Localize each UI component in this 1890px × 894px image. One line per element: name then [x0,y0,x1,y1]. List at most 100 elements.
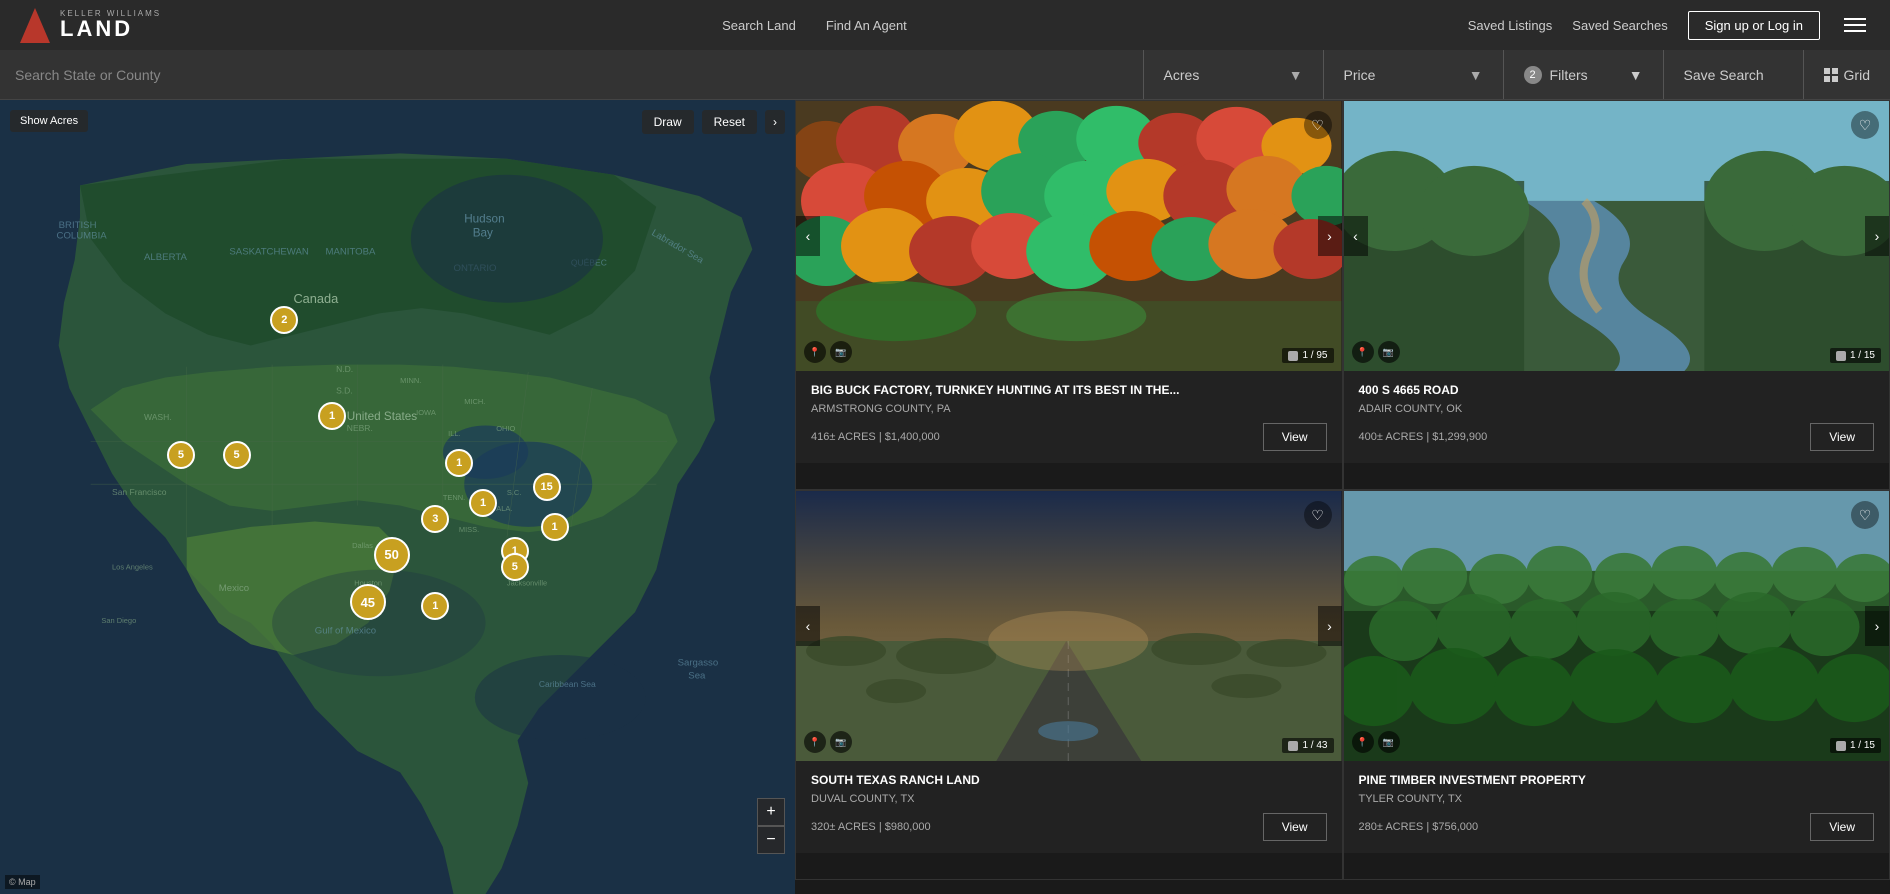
listing-4-camera-icon[interactable]: 📷 [1378,731,1400,753]
cluster-marker-12[interactable]: 5 [501,553,529,581]
save-search-button[interactable]: Save Search [1664,50,1804,99]
listing-3-img-counter: 1 / 43 [1282,738,1333,753]
acres-chevron-icon: ▼ [1289,67,1303,83]
svg-text:Bay: Bay [473,227,493,240]
listing-4-img-counter: 1 / 15 [1830,738,1881,753]
grid-button[interactable]: Grid [1804,50,1890,99]
cluster-marker-10[interactable]: 50 [374,537,410,573]
cluster-marker-11[interactable]: 45 [350,584,386,620]
svg-text:San Francisco: San Francisco [112,487,167,497]
listing-img-svg-2 [1344,101,1890,371]
zoom-out-button[interactable]: − [757,826,785,854]
svg-text:S.C.: S.C. [507,488,522,497]
location-search-input[interactable] [15,67,1128,83]
cluster-marker-2[interactable]: 15 [533,473,561,501]
acres-dropdown[interactable]: Acres ▼ [1144,50,1324,99]
listing-3-img-icons: 📍 📷 [804,731,852,753]
svg-text:Dallas: Dallas [352,541,373,550]
listing-card-3: ♡ ‹ › 📍 📷 1 / 43 SOUTH TEXAS RANCH LAND … [795,490,1343,880]
draw-button[interactable]: Draw [642,110,694,134]
menu-icon[interactable] [1840,14,1870,36]
map-svg[interactable]: Canada United States Mexico Gulf of Mexi… [0,100,795,894]
listing-3-map-icon[interactable]: 📍 [804,731,826,753]
listing-2-camera-icon[interactable]: 📷 [1378,341,1400,363]
listing-3-title: SOUTH TEXAS RANCH LAND [811,773,1327,789]
listing-3-info: SOUTH TEXAS RANCH LAND DUVAL COUNTY, TX … [796,761,1342,853]
listing-4-location: TYLER COUNTY, TX [1359,793,1875,805]
listing-3-favorite-button[interactable]: ♡ [1304,501,1332,529]
saved-listings-link[interactable]: Saved Listings [1468,18,1553,33]
listing-2-prev-button[interactable]: ‹ [1344,216,1368,256]
listing-1-favorite-button[interactable]: ♡ [1304,111,1332,139]
listing-1-view-button[interactable]: View [1263,423,1327,451]
svg-text:ALA.: ALA. [496,504,512,513]
svg-text:Gulf of Mexico: Gulf of Mexico [315,626,376,637]
listing-2-favorite-button[interactable]: ♡ [1851,111,1879,139]
nav-find-agent[interactable]: Find An Agent [826,18,907,33]
login-button[interactable]: Sign up or Log in [1688,11,1820,40]
listing-1-details: 416± ACRES | $1,400,000 [811,431,940,443]
svg-text:NEBR.: NEBR. [347,423,373,433]
svg-text:MISS.: MISS. [459,525,479,534]
listing-3-location: DUVAL COUNTY, TX [811,793,1327,805]
listing-4-bottom: 280± ACRES | $756,000 View [1359,813,1875,841]
menu-line-3 [1844,30,1866,32]
camera-icon-small-2 [1836,351,1846,361]
listing-1-prev-button[interactable]: ‹ [796,216,820,256]
reset-button[interactable]: Reset [702,110,757,134]
listing-1-location: ARMSTRONG COUNTY, PA [811,403,1327,415]
map-controls: Draw Reset › [642,110,785,134]
listing-4-map-icon[interactable]: 📍 [1352,731,1374,753]
svg-text:Hudson: Hudson [464,213,504,226]
logo-land-text: LAND [60,18,161,40]
listing-2-view-button[interactable]: View [1810,423,1874,451]
svg-text:BRITISH: BRITISH [59,220,97,231]
listing-2-next-button[interactable]: › [1865,216,1889,256]
listing-2-img-icons: 📍 📷 [1352,341,1400,363]
listings-area: ♡ ‹ › 📍 📷 1 / 95 BIG BUCK FACTORY, TURNK… [795,100,1890,894]
price-label: Price [1344,67,1376,83]
listing-4-next-button[interactable]: › [1865,606,1889,646]
listing-4-view-button[interactable]: View [1810,813,1874,841]
svg-text:N.D.: N.D. [336,364,353,374]
svg-text:SASKATCHEWAN: SASKATCHEWAN [229,247,308,258]
listing-3-view-button[interactable]: View [1263,813,1327,841]
listing-3-details: 320± ACRES | $980,000 [811,821,931,833]
svg-text:Canada: Canada [293,291,339,306]
listing-3-next-button[interactable]: › [1318,606,1342,646]
cluster-marker-8[interactable]: 5 [223,441,251,469]
listing-4-favorite-button[interactable]: ♡ [1851,501,1879,529]
cluster-marker-5[interactable]: 1 [469,489,497,517]
filter-count-badge: 2 [1524,66,1542,84]
listing-card-1: ♡ ‹ › 📍 📷 1 / 95 BIG BUCK FACTORY, TURNK… [795,100,1343,490]
listing-1-img-counter: 1 / 95 [1282,348,1333,363]
listing-3-camera-icon[interactable]: 📷 [830,731,852,753]
map-arrow-button[interactable]: › [765,110,785,134]
show-acres-button[interactable]: Show Acres [10,110,88,132]
listing-3-prev-button[interactable]: ‹ [796,606,820,646]
svg-text:Mexico: Mexico [219,583,249,594]
svg-text:OHIO: OHIO [496,424,515,433]
zoom-in-button[interactable]: + [757,798,785,826]
logo-area: KELLER WILLIAMS LAND [20,8,161,43]
svg-text:United States: United States [347,410,417,423]
listing-1-title: BIG BUCK FACTORY, TURNKEY HUNTING AT ITS… [811,383,1327,399]
price-dropdown[interactable]: Price ▼ [1324,50,1504,99]
filters-button[interactable]: 2 Filters ▼ [1504,50,1664,99]
saved-searches-link[interactable]: Saved Searches [1572,18,1667,33]
listing-image-2: ♡ ‹ › 📍 📷 1 / 15 [1344,101,1890,371]
main-nav: Search Land Find An Agent [722,18,907,33]
svg-text:MINN.: MINN. [400,376,421,385]
listing-2-map-icon[interactable]: 📍 [1352,341,1374,363]
svg-text:Caribbean Sea: Caribbean Sea [539,679,596,689]
svg-text:ILL.: ILL. [448,429,460,438]
nav-search-land[interactable]: Search Land [722,18,796,33]
cluster-marker-14[interactable]: 1 [541,513,569,541]
cluster-marker-9[interactable]: 1 [318,402,346,430]
listing-1-map-icon[interactable]: 📍 [804,341,826,363]
listing-1-camera-icon[interactable]: 📷 [830,341,852,363]
listing-1-next-button[interactable]: › [1318,216,1342,256]
svg-text:MICH.: MICH. [464,397,485,406]
svg-text:S.D.: S.D. [336,385,353,395]
svg-text:ALBERTA: ALBERTA [144,252,187,263]
